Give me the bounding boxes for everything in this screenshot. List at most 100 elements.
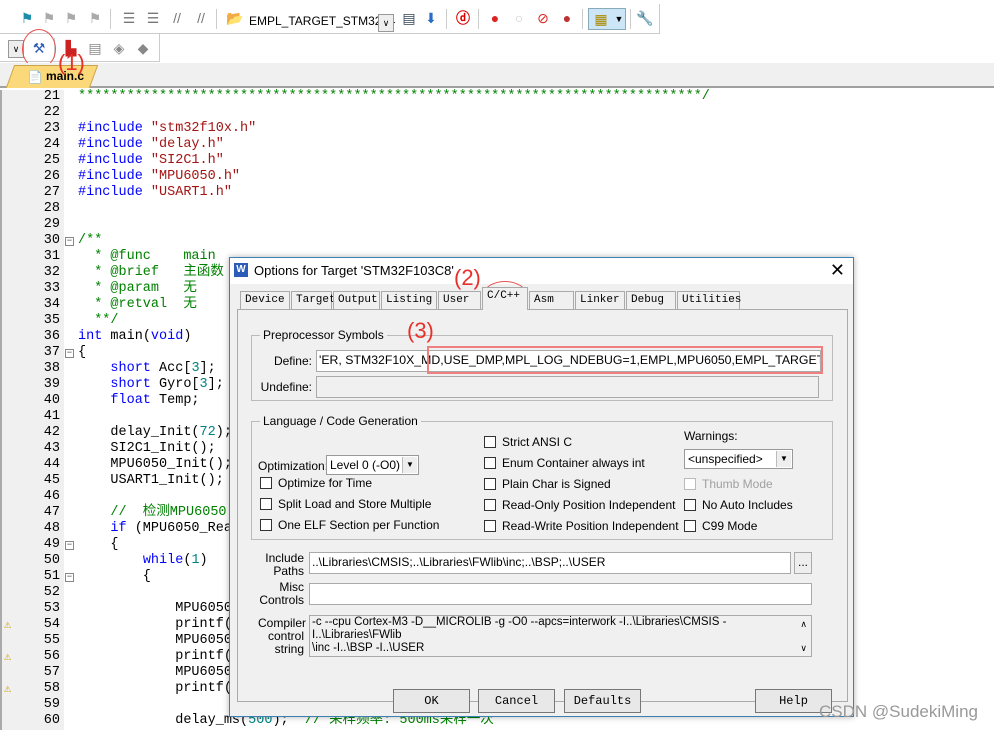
- code-line[interactable]: 29: [0, 217, 994, 233]
- disable-breakpoint-icon[interactable]: ○: [510, 9, 528, 27]
- fold-toggle-icon[interactable]: −: [65, 349, 74, 358]
- code-line[interactable]: 27 #include "USART1.h": [0, 185, 994, 201]
- warnings-select[interactable]: <unspecified> ▼: [684, 449, 793, 469]
- code-token: 3: [199, 377, 208, 392]
- checkbox-plain-char-is-signed[interactable]: Plain Char is Signed: [484, 477, 611, 491]
- code-line[interactable]: 30 /** −: [0, 233, 994, 249]
- tab-user[interactable]: User: [438, 291, 481, 309]
- fold-toggle-icon[interactable]: −: [65, 541, 74, 550]
- cancel-button[interactable]: Cancel: [478, 689, 555, 713]
- checkbox-strict-ansi-c[interactable]: Strict ANSI C: [484, 435, 572, 449]
- tab-target[interactable]: Target: [291, 291, 336, 309]
- code-token: #include: [78, 137, 151, 152]
- code-text: #include "SI2C1.h": [78, 153, 224, 169]
- tab-cc[interactable]: C/C++: [482, 287, 528, 310]
- code-line[interactable]: 23 #include "stm32f10x.h": [0, 121, 994, 137]
- scroll-down-icon[interactable]: ∨: [800, 642, 807, 655]
- target-select[interactable]: EMPL_TARGET_STM32F4: [249, 14, 395, 28]
- code-text: if (MPU6050_Rea: [78, 521, 232, 537]
- batch-build-icon[interactable]: ▤: [86, 39, 104, 57]
- line-number: 45: [43, 473, 60, 488]
- window-dropdown-icon[interactable]: ▼: [610, 10, 628, 28]
- clear-bookmarks-icon[interactable]: ⚑: [86, 9, 104, 27]
- comment-icon[interactable]: //: [168, 9, 186, 27]
- checkbox-c99-mode[interactable]: C99 Mode: [684, 519, 757, 533]
- checkbox-optimize-for-time[interactable]: Optimize for Time: [260, 476, 372, 490]
- checkbox-box[interactable]: [684, 478, 696, 490]
- settings-icon[interactable]: 🔧: [636, 9, 654, 27]
- tab-linker[interactable]: Linker: [575, 291, 625, 309]
- code-token: #include: [78, 169, 151, 184]
- prev-bookmark-icon[interactable]: ⚑: [40, 9, 58, 27]
- debug-icon[interactable]: ⓓ: [454, 9, 472, 27]
- tab-device[interactable]: Device: [240, 291, 290, 309]
- checkbox-thumb-mode[interactable]: Thumb Mode: [684, 477, 773, 491]
- close-icon[interactable]: ✕: [830, 260, 845, 281]
- checkbox-box[interactable]: [484, 478, 496, 490]
- select-packs-icon[interactable]: ◈: [110, 39, 128, 57]
- undefine-input[interactable]: [316, 376, 819, 398]
- find-in-files-icon[interactable]: 📂: [226, 9, 244, 27]
- code-text: SI2C1_Init();: [78, 441, 215, 457]
- next-bookmark-icon[interactable]: ⚑: [62, 9, 80, 27]
- scroll-up-icon[interactable]: ∧: [800, 618, 807, 631]
- code-line[interactable]: 21 **************************************…: [0, 89, 994, 105]
- tab-output[interactable]: Output: [333, 291, 380, 309]
- line-number: 60: [43, 713, 60, 728]
- checkbox-box[interactable]: [260, 519, 272, 531]
- checkbox-box[interactable]: [484, 499, 496, 511]
- target-dropdown-button[interactable]: ∨: [378, 14, 394, 32]
- disable-all-breakpoints-icon[interactable]: ⊘: [534, 9, 552, 27]
- checkbox-one-elf-section-per-function[interactable]: One ELF Section per Function: [260, 518, 439, 532]
- code-line[interactable]: 28: [0, 201, 994, 217]
- code-line[interactable]: 25 #include "SI2C1.h": [0, 153, 994, 169]
- download-icon[interactable]: ⬇: [422, 9, 440, 27]
- checkbox-split-load-and-store-multiple[interactable]: Split Load and Store Multiple: [260, 497, 431, 511]
- uncomment-icon[interactable]: //: [192, 9, 210, 27]
- browse-include-button[interactable]: ...: [794, 552, 812, 574]
- warning-icon: ⚠: [4, 618, 12, 632]
- misc-controls-input[interactable]: [309, 583, 812, 605]
- code-token: delay_ms(: [78, 713, 249, 728]
- checkbox-box[interactable]: [260, 498, 272, 510]
- unindent-icon[interactable]: ☰: [144, 9, 162, 27]
- checkbox-box[interactable]: [484, 457, 496, 469]
- optimization-select[interactable]: Level 0 (-O0) ▼: [326, 455, 419, 475]
- tab-utilities[interactable]: Utilities: [677, 291, 741, 309]
- code-line[interactable]: 26 #include "MPU6050.h": [0, 169, 994, 185]
- window-icon[interactable]: ▦: [592, 10, 610, 28]
- pack-installer-icon[interactable]: ◆: [134, 39, 152, 57]
- code-token: while: [142, 553, 184, 568]
- checkbox-box[interactable]: [484, 520, 496, 532]
- configure-icon[interactable]: ▤: [400, 9, 418, 27]
- code-line[interactable]: 22: [0, 105, 994, 121]
- checkbox-read-only-position-independent[interactable]: Read-Only Position Independent: [484, 498, 675, 512]
- bookmark-icon[interactable]: ⚑: [18, 9, 36, 27]
- defaults-button[interactable]: Defaults: [564, 689, 641, 713]
- checkbox-box[interactable]: [260, 477, 272, 489]
- tab-debug[interactable]: Debug: [626, 291, 676, 309]
- line-number: 28: [43, 201, 60, 216]
- checkbox-box[interactable]: [484, 436, 496, 448]
- fold-toggle-icon[interactable]: −: [65, 573, 74, 582]
- checkbox-label: Thumb Mode: [702, 477, 773, 491]
- indent-icon[interactable]: ☰: [120, 9, 138, 27]
- checkbox-box[interactable]: [684, 499, 696, 511]
- code-token: "SI2C1.h": [150, 153, 224, 168]
- checkbox-enum-container-always-int[interactable]: Enum Container always int: [484, 456, 645, 470]
- checkbox-box[interactable]: [684, 520, 696, 532]
- ok-button[interactable]: OK: [393, 689, 470, 713]
- code-token: Acc[: [150, 361, 192, 376]
- breakpoint-icon[interactable]: ●: [486, 9, 504, 27]
- tab-listing[interactable]: Listing: [381, 291, 437, 309]
- checkbox-no-auto-includes[interactable]: No Auto Includes: [684, 498, 793, 512]
- code-token: ): [183, 329, 192, 344]
- checkbox-read-write-position-independent[interactable]: Read-Write Position Independent: [484, 519, 679, 533]
- fold-toggle-icon[interactable]: −: [65, 237, 74, 246]
- kill-breakpoints-icon[interactable]: ●: [558, 9, 576, 27]
- options-dialog: W Options for Target 'STM32F103C8' ✕ Dev…: [229, 257, 854, 717]
- code-line[interactable]: 24 #include "delay.h": [0, 137, 994, 153]
- tab-asm[interactable]: Asm: [529, 291, 574, 309]
- include-paths-input[interactable]: ..\Libraries\CMSIS;..\Libraries\FWlib\in…: [309, 552, 791, 574]
